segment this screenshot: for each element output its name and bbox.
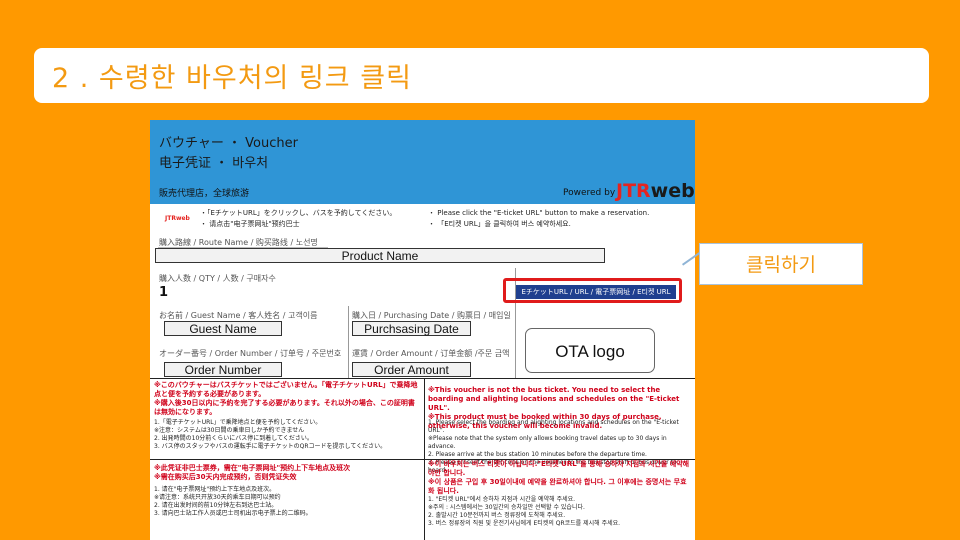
notice-en: ・ Please click the "E-ticket URL" button…: [428, 209, 650, 217]
eticket-url-highlight: [503, 278, 682, 303]
notice-jp: ・「EチケットURL」をクリックし、バスを予約してください。: [200, 209, 397, 217]
section-divider: [150, 378, 695, 379]
voucher-title-line2: 电子凭证 ・ 바우처: [159, 156, 269, 171]
notice-cn-red: ※此凭证非巴士票券，需在"电子票网址"预约上下车地点及班次 ※需在购买后30天内…: [154, 464, 351, 481]
jtrweb-small-logo: JTRweb: [165, 215, 190, 222]
product-name-field: Product Name: [155, 248, 605, 263]
click-callout: 클릭하기: [699, 243, 863, 285]
sales-agency: 販売代理店，全球旅游: [159, 189, 250, 199]
slide-title-bar: 2 . 수령한 바우처의 링크 클릭: [34, 48, 929, 103]
guest-name-field: Guest Name: [164, 321, 282, 336]
notice-jp-cn: ・「EチケットURL」をクリックし、バスを予約してください。 ・ 请点击"电子票…: [200, 208, 396, 230]
order-amount-field: Order Amount: [352, 362, 471, 377]
purchasing-date-label: 購入日 / Purchasing Date / 购票日 / 매입일: [352, 311, 511, 320]
guest-name-label: お名前 / Guest Name / 客人姓名 / 고객이름: [159, 311, 318, 320]
notice-jp-red: ※このバウチャーはバスチケットではございません。「電子チケットURL」で乗降地点…: [154, 381, 418, 416]
field-divider: [348, 306, 349, 378]
notice-kr: ・ 「E티켓 URL」을 클릭하여 버스 예약하세요.: [428, 220, 571, 228]
order-number-label: オーダー番号 / Order Number / 订单号 / 주문번호: [159, 349, 342, 358]
purchasing-date-field: Purchsasing Date: [352, 321, 471, 336]
ota-logo-placeholder: OTA logo: [525, 328, 655, 373]
voucher-title-line1: バウチャー ・ Voucher: [159, 136, 298, 151]
notice-en-kr: ・ Please click the "E-ticket URL" button…: [428, 208, 649, 230]
qty-value: 1: [159, 285, 169, 300]
slide-title: 2 . 수령한 바우처의 링크 클릭: [52, 63, 412, 94]
notice-cn: ・ 请点击"电子票网址"预约巴士: [200, 220, 300, 228]
jtrweb-logo: JTRweb: [616, 180, 695, 202]
notice-kr-red: ※이 바우처는 버스 티켓이 아닙니다."E티켓 URL"을 통해 승하차 지점…: [428, 460, 690, 495]
qty-label: 購入人数 / QTY / 人数 / 구매자수: [159, 274, 276, 283]
order-number-field: Order Number: [164, 362, 282, 377]
notice-kr-list: 1. "E티켓 URL"에서 승하차 지점과 시간을 예약해 주세요. ※주의 …: [428, 496, 621, 527]
notice-jp-list: 1.「電子チケットURL」で乗降地点と便を予約してください。 ※注意：システムは…: [154, 419, 387, 450]
notice-cn-list: 1. 请在"电子票网址"预约上下车地点及班次。 ※请注意：系统只开放30天的乘车…: [154, 486, 312, 517]
voucher-header: バウチャー ・ Voucher 电子凭证 ・ 바우처 販売代理店，全球旅游 Po…: [150, 120, 695, 204]
powered-by-label: Powered by: [563, 188, 616, 198]
order-amount-label: 運賃 / Order Amount / 订单金额 /주문 금액: [352, 349, 510, 358]
